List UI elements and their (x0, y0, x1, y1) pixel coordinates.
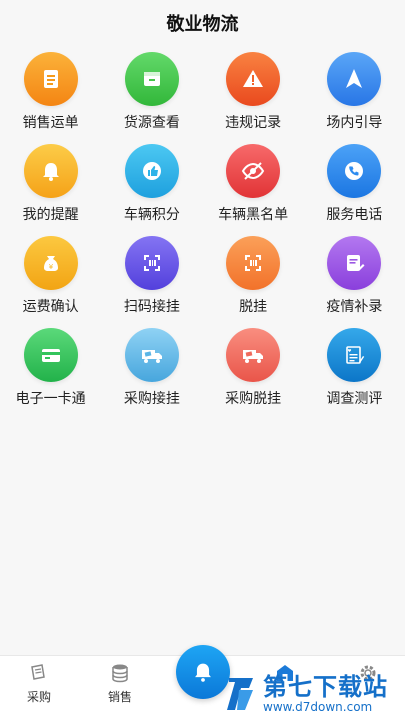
grid-item-vehicle-points[interactable]: 车辆积分 (101, 144, 202, 236)
grid-item-service-phone[interactable]: 服务电话 (304, 144, 405, 236)
grid-item-label: 采购脱挂 (225, 391, 282, 407)
grid-item-epidemic-record[interactable]: 疫情补录 (304, 236, 405, 328)
truck-icon (226, 328, 281, 382)
grid-item-freight-confirm[interactable]: ¥ 运费确认 (0, 236, 101, 328)
grid-item-label: 疫情补录 (326, 299, 383, 315)
grid-item-unhook[interactable]: 脱挂 (203, 236, 304, 328)
tab-purchase[interactable]: 采购 (4, 656, 74, 705)
grid-item-label: 场内引导 (326, 115, 383, 131)
tab-purchase-label: 采购 (26, 690, 51, 704)
edit-form-icon (327, 236, 382, 290)
scan-icon (124, 236, 179, 290)
tab-sales[interactable]: 销售 (85, 656, 155, 705)
navigation-icon (327, 52, 382, 106)
watermark-title: 第七下载站 (263, 673, 388, 701)
cargo-icon (124, 52, 179, 106)
hidden-eye-icon (226, 144, 281, 198)
grid-item-label: 我的提醒 (22, 207, 79, 223)
grid-item-label: 采购接挂 (123, 391, 180, 407)
grid-item-vehicle-blacklist[interactable]: 车辆黑名单 (203, 144, 304, 236)
unhook-icon (226, 236, 281, 290)
grid-item-scan-hook[interactable]: 扫码接挂 (101, 236, 202, 328)
grid-item-purchase-hook[interactable]: 采购接挂 (101, 328, 202, 420)
grid-item-label: 车辆积分 (123, 207, 180, 223)
watermark-logo-icon (227, 678, 253, 710)
grid-item-label: 运费确认 (22, 299, 79, 315)
document-icon (23, 52, 78, 106)
grid-item-label: 车辆黑名单 (218, 207, 289, 223)
svg-text:¥: ¥ (48, 263, 53, 271)
grid-item-violation-record[interactable]: 违规记录 (203, 52, 304, 144)
thumb-up-icon (124, 144, 179, 198)
grid-item-label: 违规记录 (225, 115, 282, 131)
grid-item-label: 销售运单 (22, 115, 79, 131)
grid-item-label: 调查测评 (326, 391, 383, 407)
bell-icon (195, 663, 211, 682)
grid-item-label: 扫码接挂 (123, 299, 180, 315)
grid-item-yard-guide[interactable]: 场内引导 (304, 52, 405, 144)
grid-item-sales-waybill[interactable]: 销售运单 (0, 52, 101, 144)
survey-icon (327, 328, 382, 382)
warning-icon (226, 52, 281, 106)
phone-icon (327, 144, 382, 198)
grid-item-purchase-unhook[interactable]: 采购脱挂 (203, 328, 304, 420)
watermark-url: www.d7down.com (263, 700, 373, 714)
grid-item-label: 服务电话 (326, 207, 383, 223)
grid-item-smart-card[interactable]: 电子一卡通 (0, 328, 101, 420)
grid-item-cargo-view[interactable]: 货源查看 (101, 52, 202, 144)
bell-icon (23, 144, 78, 198)
watermark: 第七下载站 www.d7down.com (225, 668, 405, 720)
grid-item-label: 脱挂 (239, 299, 268, 315)
feature-grid: 销售运单 货源查看 违规记录 场内引导 我的提醒 车辆积分 车辆黑名单 服务电话… (0, 52, 405, 420)
card-icon (23, 328, 78, 382)
database-icon (112, 664, 128, 683)
money-bag-icon: ¥ (23, 236, 78, 290)
grid-item-survey[interactable]: 调查测评 (304, 328, 405, 420)
grid-item-label: 货源查看 (123, 115, 180, 131)
page-title: 敬业物流 (166, 14, 239, 35)
center-alert-button[interactable] (176, 645, 230, 699)
purchase-icon (31, 664, 45, 680)
tab-sales-label: 销售 (107, 690, 132, 704)
truck-icon (124, 328, 179, 382)
grid-item-label: 电子一卡通 (15, 391, 86, 407)
grid-item-my-reminders[interactable]: 我的提醒 (0, 144, 101, 236)
